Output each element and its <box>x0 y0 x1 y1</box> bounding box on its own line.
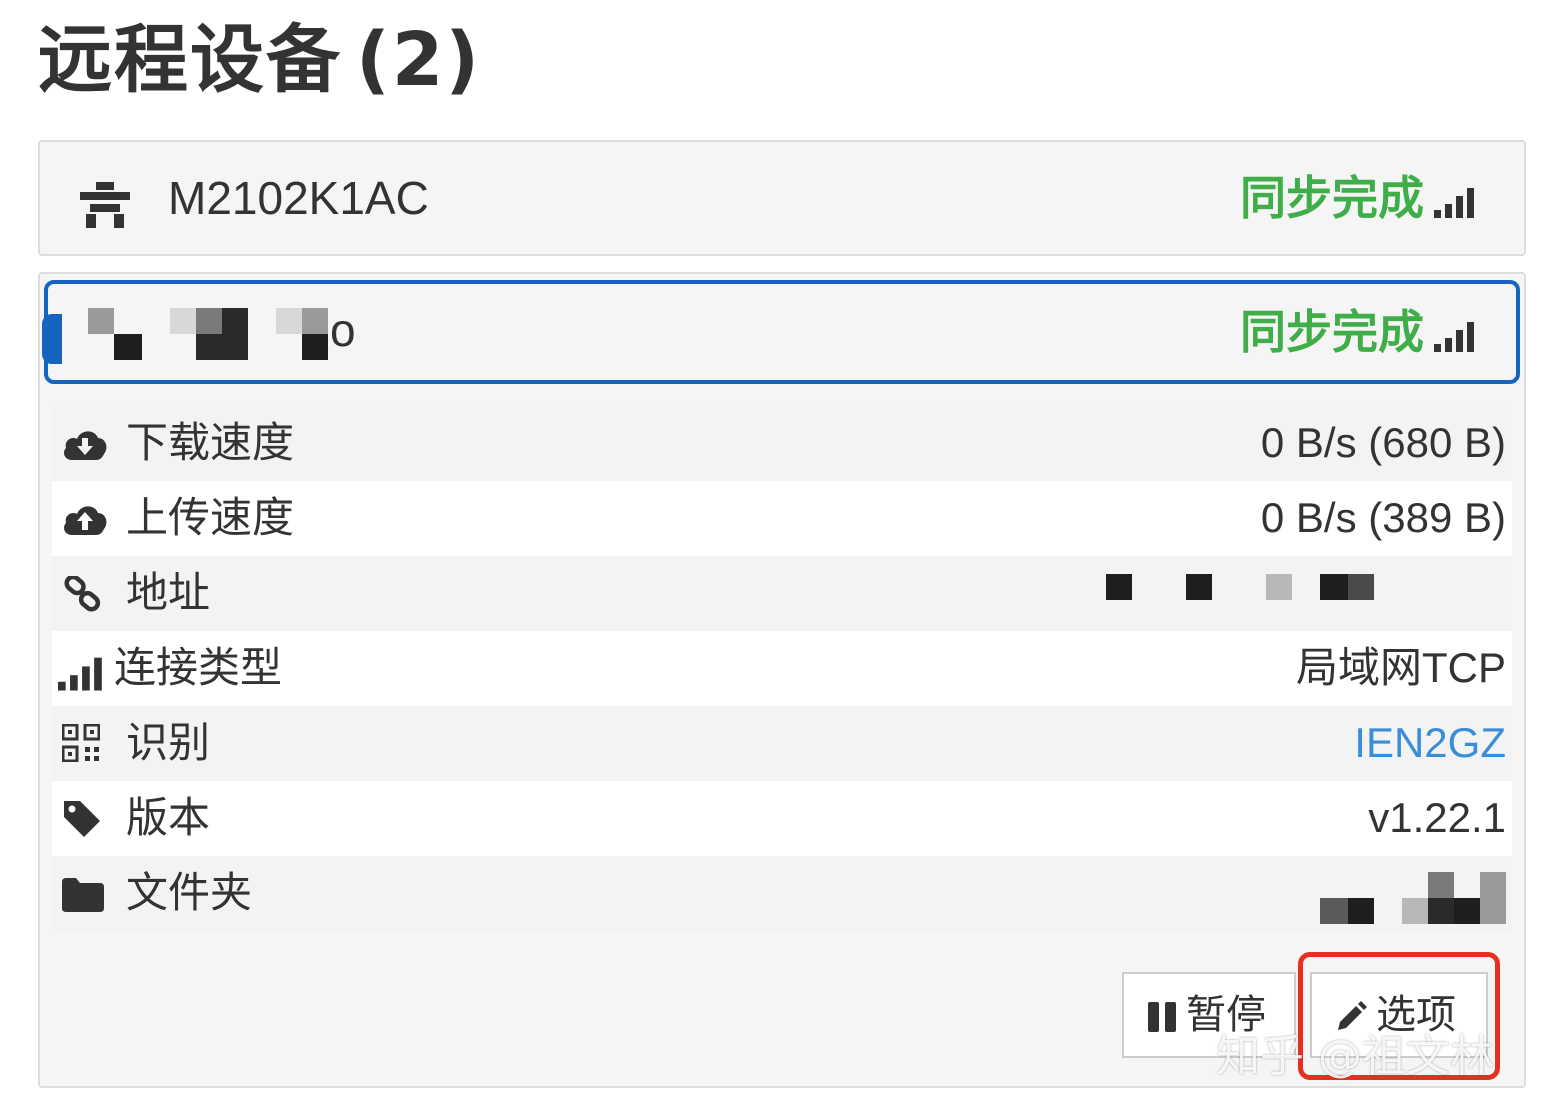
focus-indicator <box>42 314 62 364</box>
page-title: 远程设备 (2) <box>38 14 481 106</box>
device-status: 同步完成 <box>1240 302 1476 362</box>
qrcode-icon <box>62 724 100 762</box>
detail-value: 0 B/s (680 B) <box>1260 419 1506 466</box>
detail-value: v1.22.1 <box>1368 794 1506 841</box>
detail-row-connection-type: 连接类型 局域网TCP <box>52 631 1512 706</box>
signal-icon <box>1434 321 1474 352</box>
pause-icon <box>1148 1002 1176 1032</box>
device-id-link[interactable]: IEN2GZ <box>1354 714 1506 772</box>
detail-label: 下载速度 <box>126 418 295 467</box>
device-details: 下载速度 0 B/s (680 B) 上传速度 0 B/s (389 B) 地址 <box>52 406 1512 946</box>
detail-row-folders: 文件夹 <box>52 856 1512 931</box>
detail-row-upload: 上传速度 0 B/s (389 B) <box>52 481 1512 556</box>
detail-row-identification: 识别 IEN2GZ <box>52 706 1512 781</box>
signal-icon <box>58 657 102 691</box>
detail-label: 版本 <box>126 793 211 842</box>
device-status: 同步完成 <box>1240 168 1476 228</box>
detail-label: 连接类型 <box>114 643 283 692</box>
detail-value: 局域网TCP <box>1295 644 1506 691</box>
device-name: M2102K1AC <box>168 172 429 224</box>
detail-row-download: 下载速度 0 B/s (680 B) <box>52 406 1512 481</box>
status-text: 同步完成 <box>1240 171 1424 225</box>
tag-icon <box>64 801 100 837</box>
device-count: (2) <box>356 17 482 103</box>
device-icon <box>80 182 130 228</box>
device-panel-m2102k1ac[interactable]: M2102K1AC 同步完成 <box>38 140 1526 256</box>
detail-label: 文件夹 <box>126 868 253 917</box>
status-text: 同步完成 <box>1240 305 1424 359</box>
detail-row-address: 地址 <box>52 556 1512 631</box>
detail-row-version: 版本 v1.22.1 <box>52 781 1512 856</box>
watermark: 知乎 @祖文林 <box>1216 1031 1494 1082</box>
cloud-download-icon <box>64 431 107 460</box>
page-title-text: 远程设备 <box>38 17 342 103</box>
folder-icon <box>62 878 104 912</box>
signal-icon <box>1434 187 1474 218</box>
detail-label: 地址 <box>126 568 211 617</box>
link-icon <box>64 576 101 612</box>
detail-label: 识别 <box>126 718 211 767</box>
device-header-focused[interactable]: o 同步完成 <box>42 280 1520 384</box>
detail-label: 上传速度 <box>126 493 295 542</box>
detail-value: 0 B/s (389 B) <box>1260 494 1506 541</box>
device-name: o <box>330 304 356 356</box>
cloud-upload-icon <box>64 506 107 535</box>
